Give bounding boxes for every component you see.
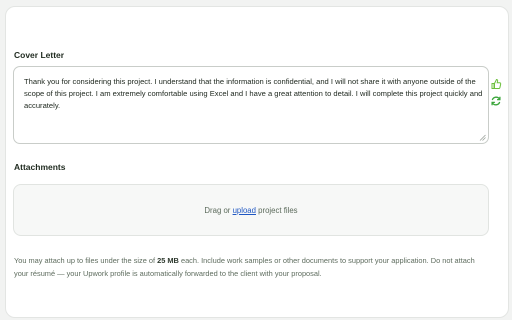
cover-letter-textarea[interactable]: Thank you for considering this project. … xyxy=(13,66,489,144)
file-dropzone[interactable]: Drag or upload project files xyxy=(13,184,489,236)
upload-link[interactable]: upload xyxy=(233,206,256,215)
cover-letter-label: Cover Letter xyxy=(14,50,65,60)
side-tools xyxy=(490,78,502,110)
attachment-help-text: You may attach up to files under the siz… xyxy=(14,254,490,280)
help-part-1: You may attach up to files under the siz… xyxy=(14,256,158,265)
attachments-label: Attachments xyxy=(14,162,66,172)
help-size-limit: 25 MB xyxy=(157,256,179,265)
refresh-icon[interactable] xyxy=(490,95,502,107)
resize-grip-icon[interactable] xyxy=(479,134,486,141)
dropzone-prefix: Drag or xyxy=(204,206,233,215)
cover-letter-text: Thank you for considering this project. … xyxy=(24,77,483,110)
thumbs-up-icon[interactable] xyxy=(490,78,502,90)
dropzone-suffix: project files xyxy=(255,206,298,215)
